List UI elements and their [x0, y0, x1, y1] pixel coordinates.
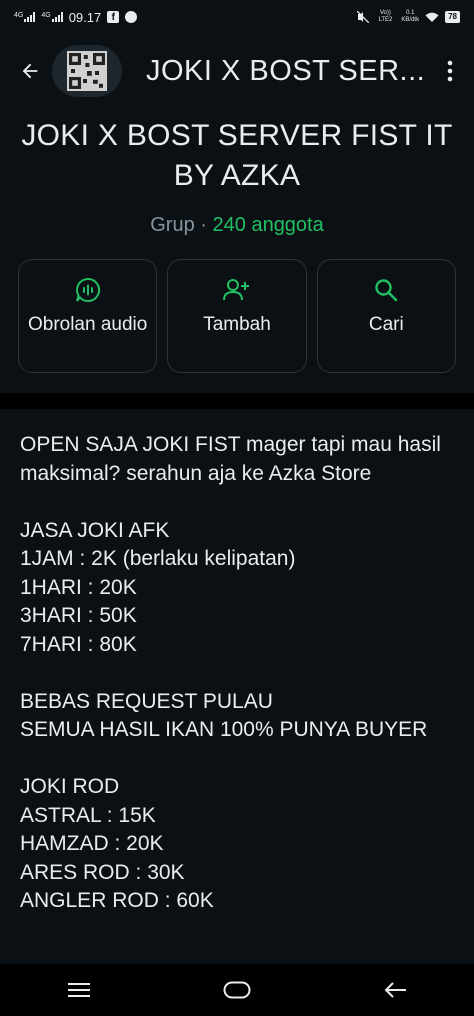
status-left: 4G 4G 09.17 f	[14, 9, 138, 25]
group-name: JOKI X BOST SERVER FIST IT BY AZKA	[21, 119, 453, 192]
action-buttons: Obrolan audio Tambah Cari	[0, 259, 474, 373]
clock: 09.17	[68, 9, 102, 25]
home-button[interactable]	[207, 970, 267, 1010]
menu-lines-icon	[68, 983, 90, 997]
group-type: Grup	[150, 214, 195, 236]
net-speed: 0.1 KB/dtk	[401, 10, 420, 23]
audio-chat-button[interactable]: Obrolan audio	[18, 259, 158, 373]
more-options-button[interactable]	[440, 55, 460, 87]
signal-2: 4G	[41, 12, 63, 22]
more-vert-icon	[447, 60, 453, 82]
section-divider	[0, 393, 474, 409]
wifi-icon	[425, 12, 439, 22]
mute-icon	[357, 11, 370, 23]
group-description: OPEN SAJA JOKI FIST mager tapi mau hasil…	[20, 433, 441, 912]
add-member-label: Tambah	[203, 314, 271, 335]
recent-apps-button[interactable]	[49, 970, 109, 1010]
battery-indicator: 78	[445, 11, 460, 23]
arrow-left-icon	[22, 63, 38, 79]
audio-chat-icon	[75, 277, 100, 302]
volte-indicator: Vo)) LTE2	[378, 10, 393, 23]
network-type-2: 4G	[41, 12, 51, 19]
group-avatar[interactable]	[52, 45, 122, 97]
group-subtitle: Grup · 240 anggota	[0, 214, 474, 237]
search-label: Cari	[368, 314, 404, 335]
status-bar: 4G 4G 09.17 f Vo)) LTE2 0.1 KB/dtk 78	[0, 0, 474, 34]
add-person-icon	[222, 279, 249, 301]
messenger-icon	[125, 11, 138, 23]
search-icon	[375, 279, 398, 302]
system-navigation-bar	[0, 964, 474, 1016]
subtitle-separator: ·	[200, 214, 207, 236]
back-button[interactable]	[14, 55, 46, 87]
back-arrow-icon	[384, 982, 406, 998]
audio-chat-label: Obrolan audio	[27, 314, 148, 335]
nav-back-button[interactable]	[365, 970, 425, 1010]
add-member-button[interactable]: Tambah	[167, 259, 307, 373]
header-title[interactable]: JOKI X BOST SER...	[146, 55, 440, 88]
member-count[interactable]: 240 anggota	[213, 214, 324, 236]
top-app-bar: JOKI X BOST SER...	[0, 34, 474, 108]
facebook-icon: f	[107, 11, 120, 23]
network-type-1: 4G	[14, 12, 24, 19]
home-pill-icon	[223, 981, 251, 999]
search-button[interactable]: Cari	[316, 259, 456, 373]
signal-1: 4G	[14, 12, 36, 22]
status-right: Vo)) LTE2 0.1 KB/dtk 78	[357, 10, 460, 24]
qr-code-image	[67, 51, 107, 91]
